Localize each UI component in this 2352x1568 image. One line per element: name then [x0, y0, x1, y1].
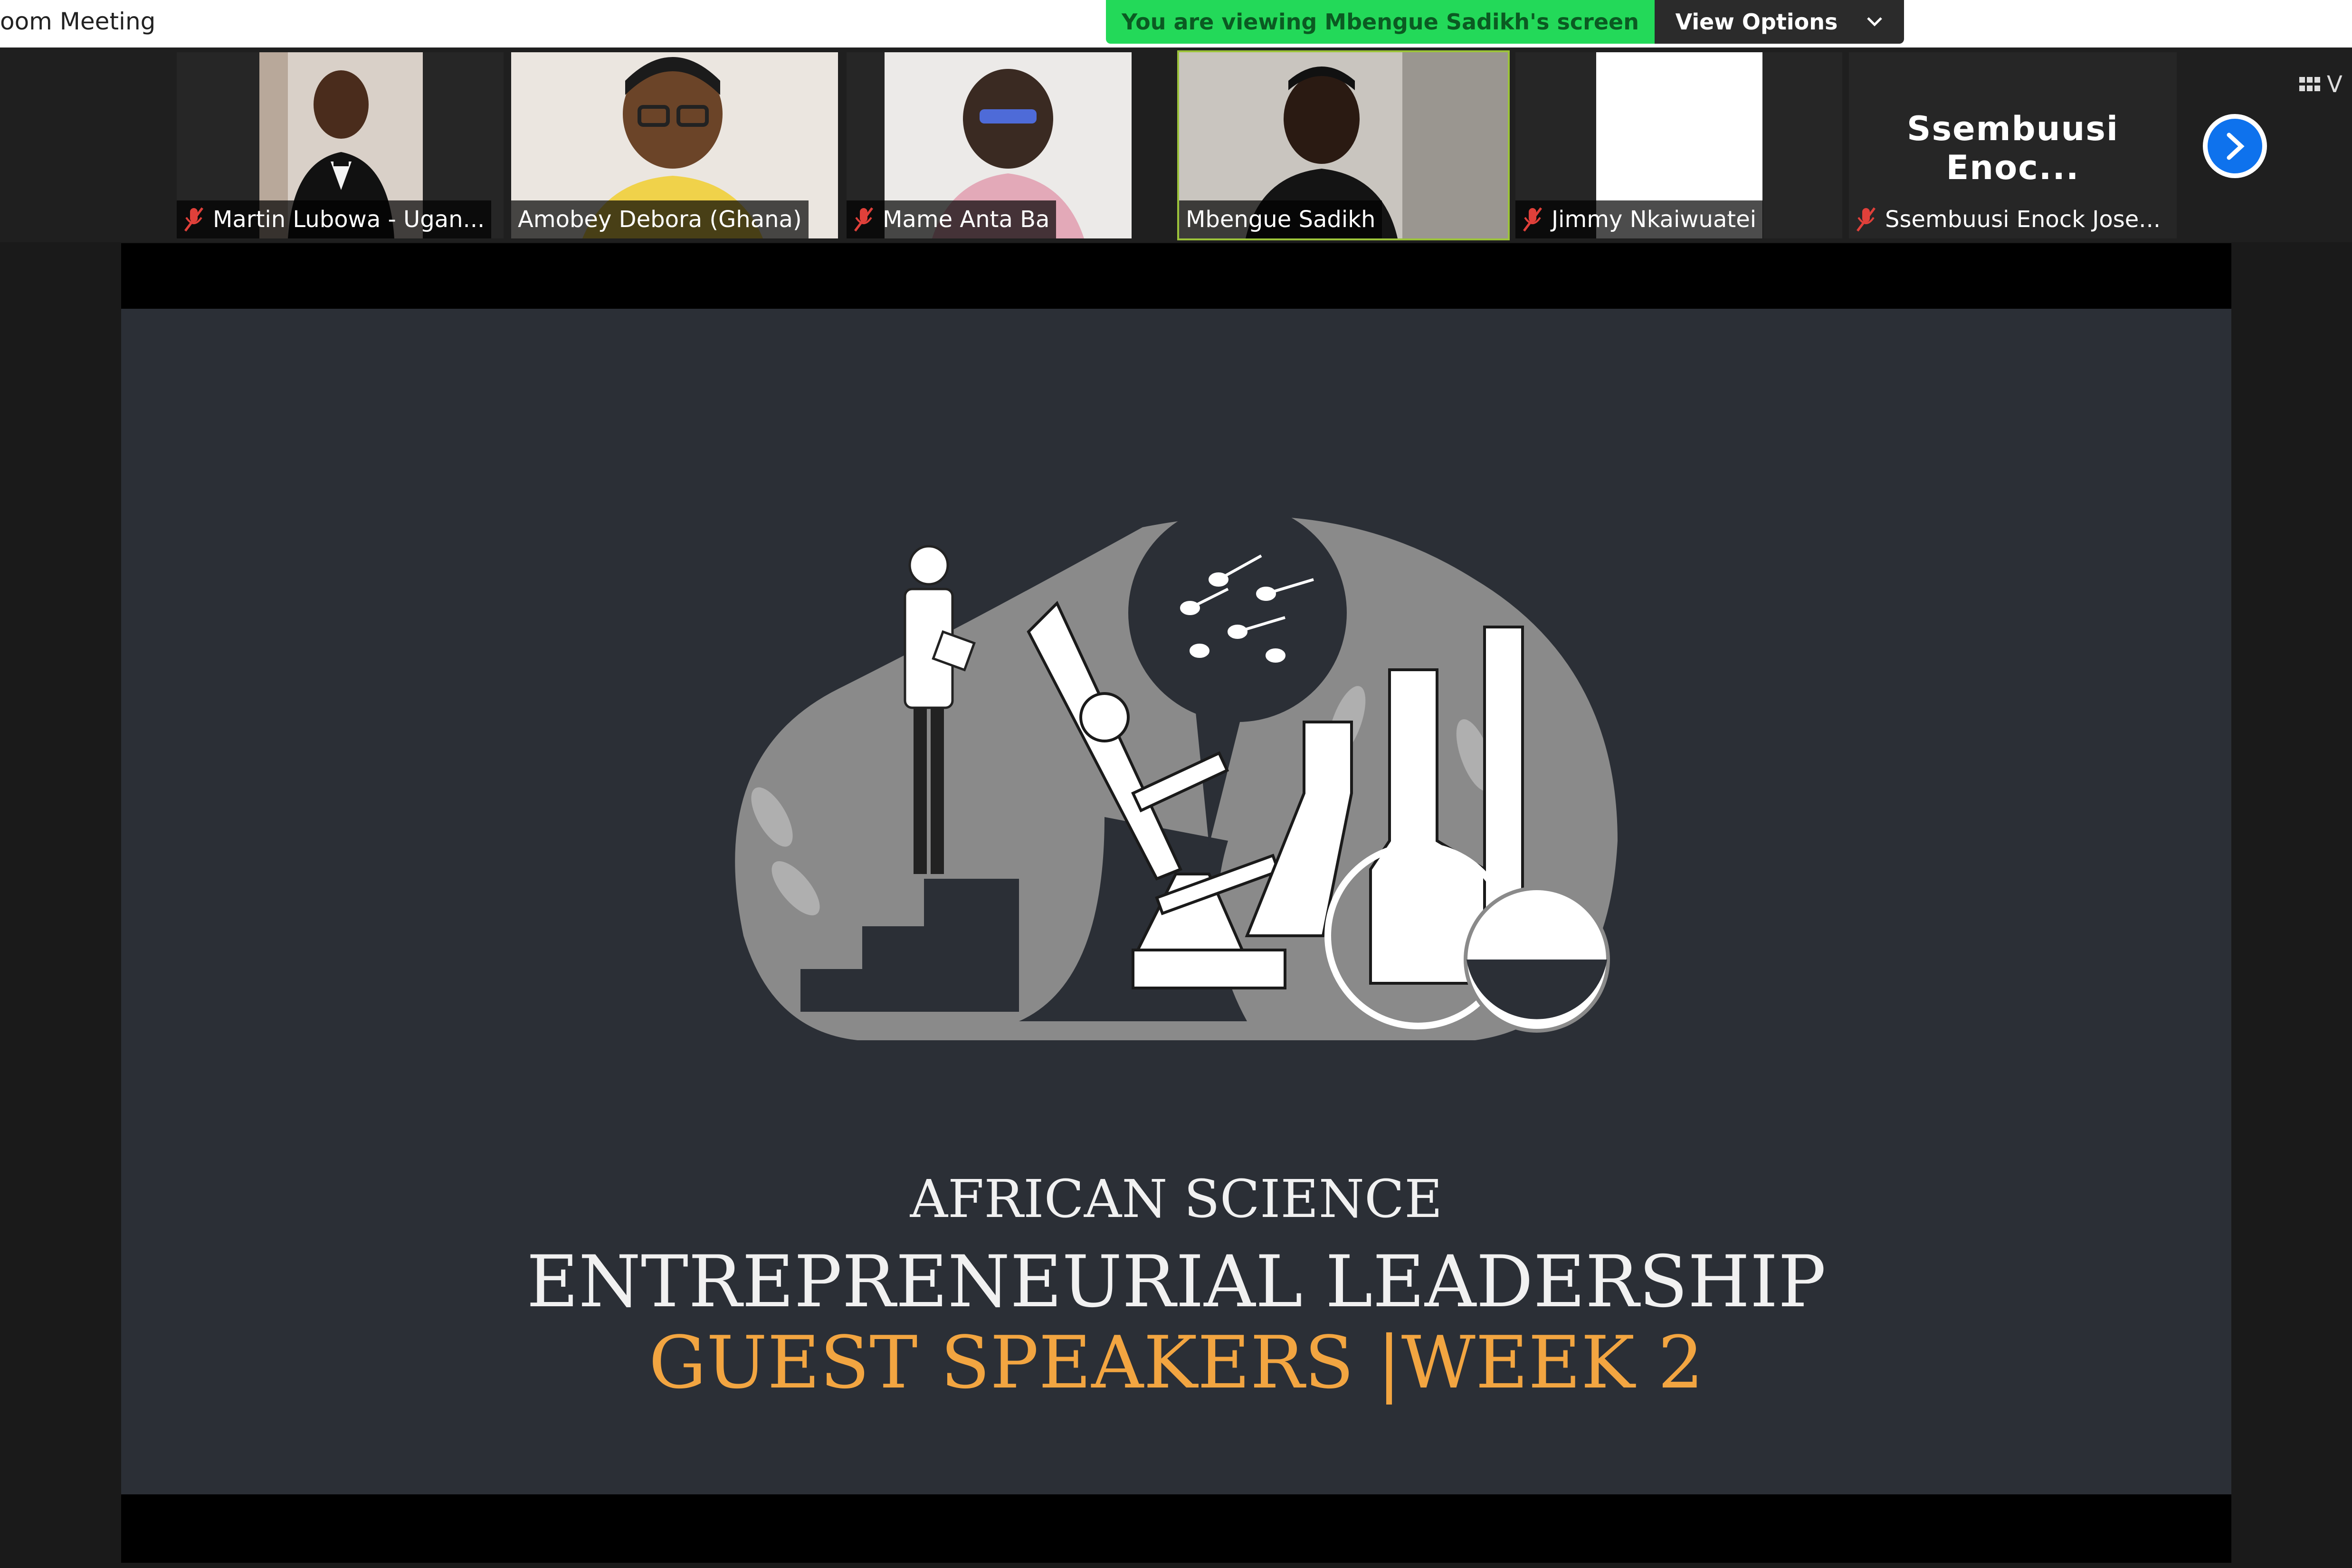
grid-icon — [2299, 77, 2320, 91]
muted-mic-icon — [184, 207, 203, 232]
participant-tile[interactable]: Jimmy Nkaiwuatei — [1515, 52, 1842, 238]
chevron-down-icon — [1867, 17, 1883, 27]
participant-tile[interactable]: Mame Anta Ba — [847, 52, 1132, 238]
view-button-label: V — [2327, 71, 2342, 98]
participant-name-bar: Ssembuusi Enock Jose... — [1849, 200, 2167, 238]
next-participants-button[interactable] — [2203, 114, 2267, 178]
participant-tile[interactable]: Ssembuusi Enoc... Ssembuusi Enock Jose..… — [1849, 52, 2177, 238]
participant-name: Mbengue Sadikh — [1186, 206, 1376, 233]
app-title: oom Meeting — [0, 8, 156, 35]
view-options-label: View Options — [1675, 9, 1838, 35]
participant-name: Mame Anta Ba — [883, 206, 1050, 233]
slide-title: ENTREPRENEURIAL LEADERSHIP — [526, 1241, 1826, 1323]
participant-name: Ssembuusi Enock Jose... — [1885, 206, 2161, 233]
participant-tile[interactable]: Martin Lubowa - Ugan... — [177, 52, 504, 238]
participant-name: Martin Lubowa - Ugan... — [213, 206, 485, 233]
presentation-slide: AFRICAN SCIENCE ENTREPRENEURIAL LEADERSH… — [121, 309, 2231, 1494]
view-button[interactable]: V — [2299, 71, 2342, 98]
slide-line-1: AFRICAN SCIENCE — [910, 1169, 1443, 1229]
view-options-button[interactable]: View Options — [1655, 0, 1904, 44]
slide-subtitle: GUEST SPEAKERS |WEEK 2 — [648, 1321, 1704, 1405]
participant-name: Amobey Debora (Ghana) — [518, 206, 802, 233]
participant-name-bar: Amobey Debora (Ghana) — [511, 200, 809, 238]
participant-tile[interactable]: Amobey Debora (Ghana) — [511, 52, 838, 238]
participant-tile-active[interactable]: Mbengue Sadikh — [1177, 50, 1510, 240]
share-status-text: You are viewing Mbengue Sadikh's screen — [1106, 0, 1655, 44]
participant-name-bar: Mbengue Sadikh — [1179, 200, 1382, 238]
participant-name-bar: Jimmy Nkaiwuatei — [1515, 200, 1763, 238]
muted-mic-icon — [1523, 207, 1542, 232]
chevron-right-icon — [2227, 133, 2245, 160]
participant-name-bar: Martin Lubowa - Ugan... — [177, 200, 492, 238]
science-illustration — [735, 508, 1618, 1040]
muted-mic-icon — [1857, 207, 1876, 232]
participant-name: Jimmy Nkaiwuatei — [1552, 206, 1757, 233]
participant-name-bar: Mame Anta Ba — [847, 200, 1057, 238]
muted-mic-icon — [854, 207, 873, 232]
screen-share-banner: You are viewing Mbengue Sadikh's screen … — [1106, 0, 1904, 44]
participant-display-name: Ssembuusi Enoc... — [1907, 109, 2119, 187]
